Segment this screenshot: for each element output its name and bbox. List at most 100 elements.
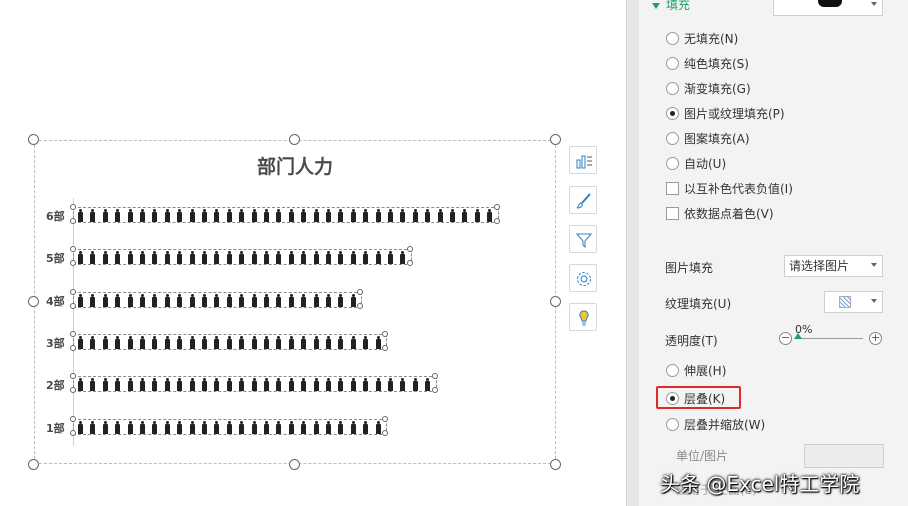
- transparency-slider-thumb[interactable]: [794, 333, 802, 339]
- person-icon: [238, 335, 245, 349]
- bar-selection-handle[interactable]: [382, 429, 388, 436]
- bar-selection-handle[interactable]: [70, 344, 76, 351]
- data-bar[interactable]: [70, 330, 388, 351]
- bar-selection-handle[interactable]: [70, 429, 76, 436]
- radio-stretch[interactable]: [666, 363, 679, 377]
- units-per-picture-input[interactable]: [804, 444, 884, 468]
- person-icon: [288, 335, 295, 349]
- person-icon: [226, 335, 233, 349]
- person-icon: [300, 251, 307, 265]
- person-icon: [362, 209, 369, 222]
- data-bar[interactable]: [70, 246, 413, 267]
- transparency-slider-track[interactable]: [797, 338, 863, 339]
- person-icon: [226, 293, 233, 307]
- bar-selection-handle[interactable]: [382, 344, 388, 351]
- chart-ideas-button[interactable]: [569, 303, 597, 331]
- collapse-triangle-icon: [652, 2, 660, 9]
- person-icon: [102, 420, 109, 434]
- bar-selection-handle[interactable]: [70, 330, 76, 337]
- chart-elements-button[interactable]: [569, 146, 597, 174]
- radio-picture-texture-fill[interactable]: [666, 106, 679, 120]
- transparency-decrease-button[interactable]: −: [779, 332, 792, 345]
- radio-auto-fill[interactable]: [666, 156, 679, 170]
- bar-selection-handle[interactable]: [70, 218, 76, 224]
- resize-handle-top-right[interactable]: [550, 134, 561, 145]
- person-icon: [313, 378, 320, 392]
- picture-fill-dropdown[interactable]: 请选择图片: [784, 255, 883, 277]
- bar-selection-handle[interactable]: [357, 302, 364, 309]
- option-vary-by-point[interactable]: 依数据点着色(V): [666, 204, 774, 222]
- option-stretch[interactable]: 伸展(H): [666, 361, 726, 379]
- person-icon: [164, 293, 171, 307]
- option-solid-fill[interactable]: 纯色填充(S): [666, 54, 749, 72]
- radio-pattern-fill[interactable]: [666, 131, 679, 145]
- chart-style-button[interactable]: [569, 186, 597, 214]
- person-icon: [399, 209, 406, 222]
- person-icon: [350, 335, 357, 349]
- data-bar[interactable]: [70, 415, 388, 436]
- resize-handle-bottom-right[interactable]: [550, 459, 561, 470]
- option-gradient-fill[interactable]: 渐变填充(G): [666, 79, 751, 97]
- bar-selection-handle[interactable]: [70, 204, 76, 210]
- person-icon: [151, 420, 158, 434]
- panel-splitter[interactable]: [626, 0, 639, 506]
- bar-selection-handle[interactable]: [382, 330, 388, 337]
- bar-selection-handle[interactable]: [493, 218, 500, 224]
- person-icon: [337, 209, 344, 222]
- transparency-increase-button[interactable]: +: [869, 332, 882, 345]
- bar-selection-handle[interactable]: [493, 204, 500, 210]
- data-bar[interactable]: [70, 373, 438, 394]
- bar-selection-handle[interactable]: [431, 387, 438, 394]
- chart-settings-button[interactable]: [569, 264, 597, 292]
- option-picture-texture-fill[interactable]: 图片或纹理填充(P): [666, 104, 785, 122]
- bar-selection-handle[interactable]: [70, 302, 76, 309]
- resize-handle-top-center[interactable]: [289, 134, 300, 145]
- person-icon: [114, 209, 121, 222]
- option-auto-fill[interactable]: 自动(U): [666, 154, 726, 172]
- resize-handle-bottom-left[interactable]: [28, 459, 39, 470]
- fill-preview-dropdown[interactable]: [773, 0, 883, 16]
- checkbox-vary-by-point[interactable]: [666, 206, 679, 220]
- bar-selection-handle[interactable]: [382, 415, 388, 422]
- chart-title[interactable]: 部门人力: [34, 152, 556, 179]
- stack-option-highlight: [656, 386, 741, 409]
- data-bar[interactable]: [70, 288, 364, 309]
- option-stack-and-scale[interactable]: 层叠并缩放(W): [666, 415, 765, 433]
- radio-stack-and-scale[interactable]: [666, 417, 679, 431]
- person-icon: [238, 420, 245, 434]
- radio-no-fill[interactable]: [666, 31, 679, 45]
- person-icon: [151, 209, 158, 222]
- resize-handle-bottom-center[interactable]: [289, 459, 300, 470]
- bar-selection-handle[interactable]: [431, 373, 438, 380]
- data-bar[interactable]: [70, 204, 500, 224]
- person-icon: [238, 251, 245, 265]
- fill-section-header[interactable]: 填充: [652, 0, 690, 13]
- checkbox-invert-negative[interactable]: [666, 181, 679, 195]
- radio-solid-fill[interactable]: [666, 56, 679, 70]
- resize-handle-top-left[interactable]: [28, 134, 39, 145]
- person-icon: [114, 420, 121, 434]
- person-icon: [275, 420, 282, 434]
- bar-selection-handle[interactable]: [357, 288, 364, 295]
- person-icon: [102, 378, 109, 392]
- bar-selection-handle[interactable]: [70, 288, 76, 295]
- radio-gradient-fill[interactable]: [666, 81, 679, 95]
- bar-selection-handle[interactable]: [70, 246, 76, 253]
- person-icon: [213, 251, 220, 265]
- resize-handle-middle-right[interactable]: [550, 296, 561, 307]
- texture-fill-dropdown[interactable]: [824, 291, 883, 313]
- chart-filter-button[interactable]: [569, 225, 597, 253]
- person-icon: [89, 209, 96, 222]
- bar-selection-handle[interactable]: [70, 373, 76, 380]
- option-pattern-fill[interactable]: 图案填充(A): [666, 129, 750, 147]
- person-icon: [313, 420, 320, 434]
- option-no-fill[interactable]: 无填充(N): [666, 29, 738, 47]
- option-invert-negative[interactable]: 以互补色代表负值(I): [666, 179, 793, 197]
- person-icon: [350, 209, 357, 222]
- resize-handle-middle-left[interactable]: [28, 296, 39, 307]
- bar-selection-handle[interactable]: [70, 415, 76, 422]
- category-label: 4部: [46, 294, 65, 308]
- person-icon: [102, 335, 109, 349]
- person-icon: [251, 335, 258, 349]
- category-label: 3部: [46, 336, 65, 350]
